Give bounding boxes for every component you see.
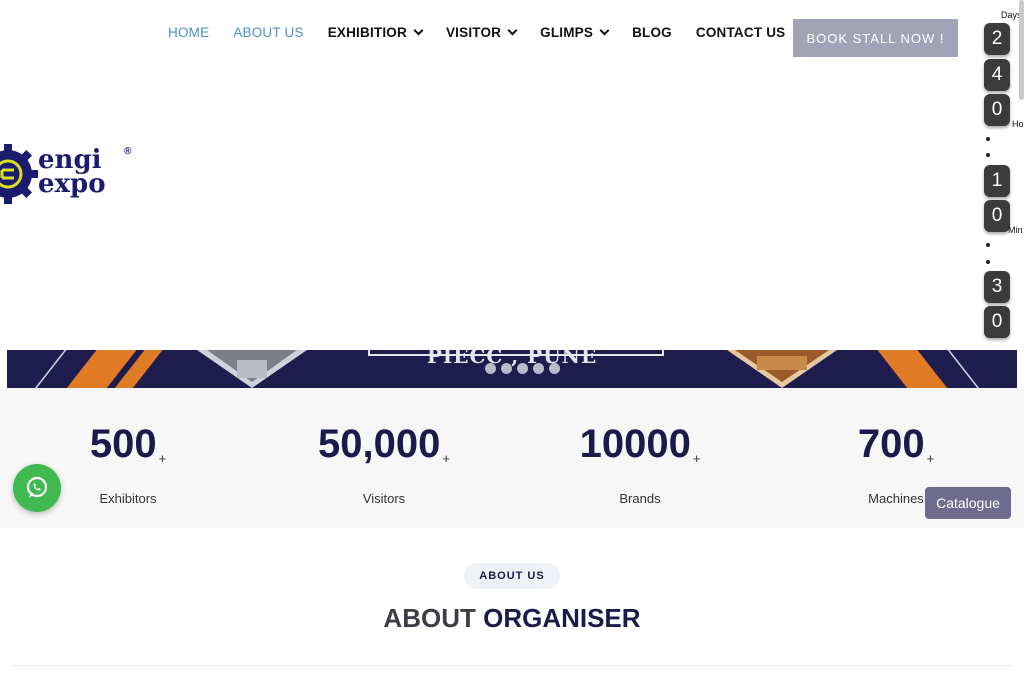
nav-about-us[interactable]: ABOUT US — [233, 25, 303, 40]
nav-visitor-label: VISITOR — [445, 24, 502, 40]
hero-banner: PIECC , PUNE — [7, 350, 1017, 388]
stat-value: 10000 + — [520, 418, 760, 485]
slider-dot[interactable] — [549, 363, 560, 374]
main-nav: HOME ABOUT US EXHIBITIOR VISITOR GLIMPS … — [168, 22, 809, 42]
slider-dot[interactable] — [501, 363, 512, 374]
nav-home-label: HOME — [168, 24, 210, 40]
registered-mark: ® — [124, 146, 132, 157]
page: HOME ABOUT US EXHIBITIOR VISITOR GLIMPS … — [0, 0, 1024, 683]
about-us-pill: ABOUT US — [464, 563, 560, 589]
minutes-label: Min — [1008, 225, 1023, 235]
minutes-digit-1: 3 — [984, 271, 1010, 303]
whatsapp-button[interactable] — [13, 464, 61, 512]
nav-contact-us[interactable]: CONTACT US — [696, 25, 786, 40]
hours-digit-1: 1 — [984, 165, 1010, 197]
about-title-part1: ABOUT — [383, 603, 476, 633]
hours-digit-2: 0 — [984, 200, 1010, 232]
separator-dot — [986, 243, 990, 247]
nav-blog-label: BLOG — [632, 24, 672, 40]
stat-value: 700 + — [776, 418, 1016, 485]
stat-label: Visitors — [362, 491, 406, 506]
chevron-down-icon — [413, 25, 424, 35]
catalogue-button[interactable]: Catalogue — [925, 487, 1011, 519]
scrollbar[interactable] — [1019, 0, 1024, 100]
stat-visitors: 50,000 + Visitors — [264, 418, 504, 506]
nav-contact-label: CONTACT US — [695, 24, 786, 40]
days-digit-2: 4 — [984, 59, 1010, 91]
countdown-timer: Days 2 4 0 Ho 1 0 Min 3 0 — [981, 10, 1024, 350]
nav-exhibitior-label: EXHIBITIOR — [327, 24, 407, 40]
nav-glimps[interactable]: GLIMPS — [540, 24, 610, 40]
stat-suffix: + — [442, 451, 450, 466]
slider-dot[interactable] — [485, 363, 496, 374]
separator-dot — [986, 260, 990, 264]
minutes-digit-2: 0 — [984, 306, 1010, 338]
days-digit-3: 0 — [984, 94, 1010, 126]
nav-about-label: ABOUT US — [233, 24, 304, 40]
stats-section: 500 + Exhibitors 50,000 + Visitors 10000 + … — [0, 388, 1024, 528]
stat-number: 50,000 — [318, 422, 441, 466]
chevron-down-icon — [507, 25, 518, 35]
chevron-down-icon — [599, 25, 610, 35]
separator-dot — [986, 137, 990, 141]
engiexpo-logo[interactable]: engi expo ® — [0, 140, 140, 210]
whatsapp-icon — [26, 476, 48, 498]
days-digit-1: 2 — [984, 23, 1010, 55]
book-stall-button[interactable]: BOOK STALL NOW ! — [793, 19, 958, 57]
gear-logo-icon — [0, 144, 38, 204]
stat-suffix: + — [692, 451, 701, 466]
stat-number: 700 — [857, 422, 925, 466]
stat-label: Brands — [619, 491, 661, 506]
slider-dot[interactable] — [517, 363, 528, 374]
stat-number: 10000 — [579, 422, 691, 466]
nav-blog[interactable]: BLOG — [632, 25, 672, 40]
stat-suffix: + — [926, 451, 935, 466]
nav-visitor[interactable]: VISITOR — [445, 24, 518, 40]
nav-exhibitior[interactable]: EXHIBITIOR — [327, 24, 424, 40]
stat-suffix: + — [158, 451, 167, 466]
logo-text-expo: expo — [38, 169, 106, 199]
section-divider — [13, 665, 1011, 666]
nav-home[interactable]: HOME — [168, 25, 209, 40]
stat-value: 50,000 + — [264, 418, 504, 485]
about-title-part2: ORGANISER — [483, 603, 641, 633]
slider-dots — [485, 363, 560, 374]
separator-dot — [986, 153, 990, 157]
stat-brands: 10000 + Brands — [520, 418, 760, 506]
slider-dot[interactable] — [533, 363, 544, 374]
hours-label: Ho — [1012, 119, 1024, 129]
stat-number: 500 — [89, 422, 157, 466]
nav-glimps-label: GLIMPS — [540, 24, 594, 40]
about-organiser-heading: ABOUT ORGANISER — [0, 603, 1024, 634]
